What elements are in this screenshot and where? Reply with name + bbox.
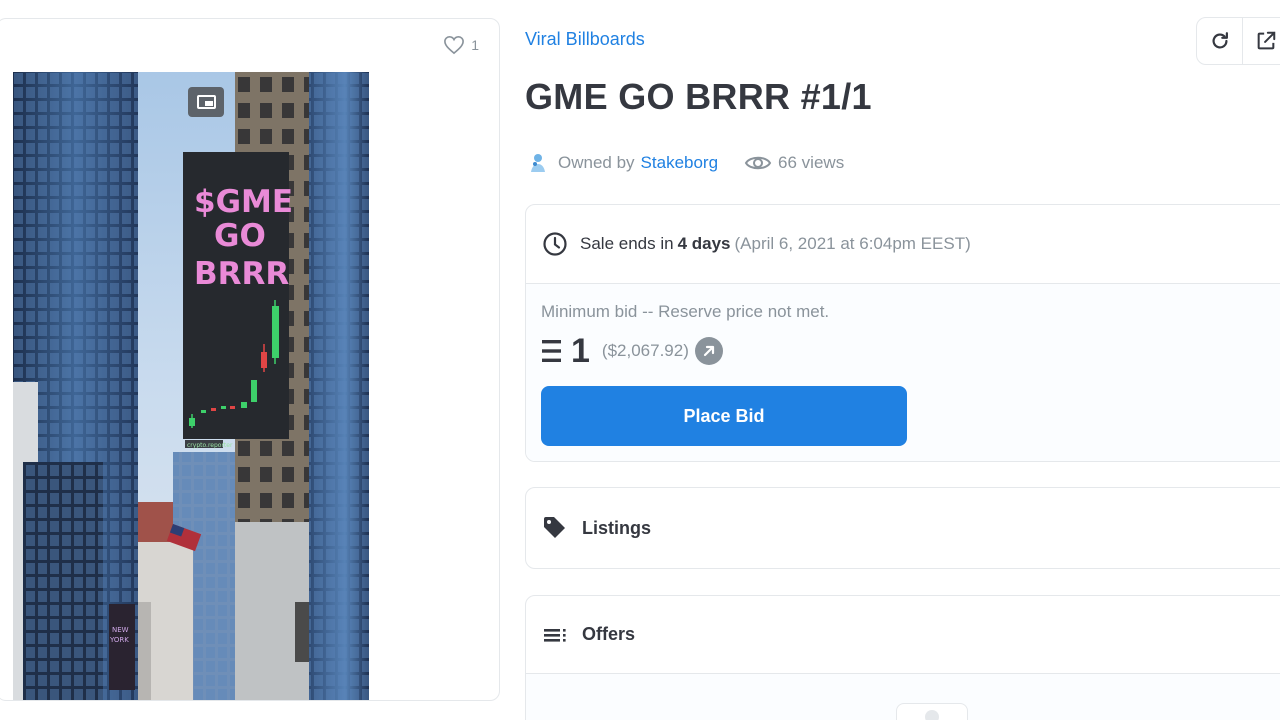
open-external-button[interactable] xyxy=(1243,18,1280,64)
owner-link[interactable]: Stakeborg xyxy=(641,153,719,173)
eth-icon xyxy=(542,340,561,362)
favorite-count: 1 xyxy=(471,37,479,53)
billboard-footer: crypto.reporter xyxy=(187,442,233,449)
offers-header[interactable]: Offers xyxy=(526,596,1280,674)
list-icon xyxy=(544,628,566,642)
clock-icon xyxy=(543,232,567,256)
svg-text:YORK: YORK xyxy=(109,636,129,644)
pip-icon xyxy=(196,95,216,109)
empty-offers-icon xyxy=(896,703,968,720)
item-title: GME GO BRRR #1/1 xyxy=(525,76,872,117)
place-bid-button[interactable]: Place Bid xyxy=(541,386,907,446)
media-card: 1 $GME GO BRRR crypto.reporter NEW YORK xyxy=(0,18,500,701)
price-usd: ($2,067.92) xyxy=(601,341,689,360)
heart-icon xyxy=(444,35,465,55)
price-info-button[interactable] xyxy=(694,337,723,365)
tag-icon xyxy=(544,517,565,538)
eye-icon xyxy=(744,156,772,170)
sale-end-date: (April 6, 2021 at 6:04pm EEST) xyxy=(734,234,971,253)
svg-text:NEW: NEW xyxy=(112,626,129,634)
listings-header[interactable]: Listings xyxy=(526,488,1280,568)
listings-label: Listings xyxy=(582,517,652,538)
price-value: 1 xyxy=(571,332,590,370)
views-count: 66 views xyxy=(778,153,845,172)
listings-panel: Listings xyxy=(525,487,1280,569)
sale-card: Sale ends in 4 days (April 6, 2021 at 6:… xyxy=(525,204,1280,462)
billboard-photo: $GME GO BRRR crypto.reporter NEW YORK xyxy=(13,72,369,700)
owner-avatar-icon xyxy=(531,154,545,172)
item-meta: Owned by Stakeborg 66 views xyxy=(528,152,844,174)
sale-ends-label: Sale ends in xyxy=(580,234,674,253)
owned-by-label: Owned by xyxy=(558,153,635,172)
picture-in-picture-button[interactable] xyxy=(188,87,224,117)
billboard-line-2: GO xyxy=(214,218,266,254)
favorite-button[interactable]: 1 xyxy=(443,35,479,55)
item-toolbar xyxy=(1196,17,1280,65)
offers-body xyxy=(526,674,1280,720)
arrow-up-right-icon xyxy=(703,345,714,357)
offers-label: Offers xyxy=(582,624,636,644)
billboard-line-3: BRRR xyxy=(194,256,289,292)
minimum-bid-label: Minimum bid -- Reserve price not met. xyxy=(541,302,830,321)
offers-panel: Offers xyxy=(525,595,1280,720)
nft-item-page: 1 $GME GO BRRR crypto.reporter NEW YORK … xyxy=(0,0,1280,720)
nft-image[interactable]: $GME GO BRRR crypto.reporter NEW YORK xyxy=(13,72,369,700)
sale-header: Sale ends in 4 days (April 6, 2021 at 6:… xyxy=(526,205,1280,284)
external-link-icon xyxy=(1257,31,1275,50)
billboard-line-1: $GME xyxy=(194,184,293,220)
collection-link[interactable]: Viral Billboards xyxy=(525,29,645,50)
refresh-button[interactable] xyxy=(1197,18,1243,64)
sale-body: Minimum bid -- Reserve price not met. 1 … xyxy=(526,284,1280,461)
sale-ends-in: 4 days xyxy=(677,234,731,253)
refresh-icon xyxy=(1212,32,1228,49)
price-row: 1 ($2,067.92) xyxy=(541,334,723,368)
